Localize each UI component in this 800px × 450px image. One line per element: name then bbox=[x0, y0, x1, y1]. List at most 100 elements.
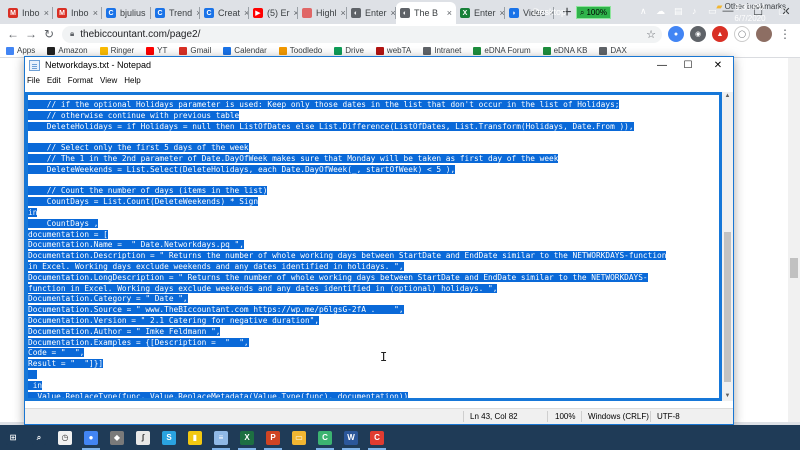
address-bar[interactable]: 🔒︎ thebiccountant.com/page2/ ☆ bbox=[62, 25, 662, 43]
tab-close-icon[interactable]: × bbox=[93, 8, 98, 18]
cloud-icon[interactable]: ☁ bbox=[656, 6, 665, 17]
notification-icon[interactable]: ▢ bbox=[778, 6, 787, 17]
excel-icon: X bbox=[240, 430, 254, 445]
battery-icon[interactable]: ▭ bbox=[708, 6, 717, 17]
browser-tab[interactable]: C Creat × bbox=[200, 2, 249, 24]
bookmark-item[interactable]: YT bbox=[146, 46, 167, 55]
bookmark-favicon-icon bbox=[599, 46, 608, 55]
notepad-close-button[interactable]: ✕ bbox=[705, 58, 731, 72]
bookmark-item[interactable]: Ringer bbox=[99, 46, 134, 55]
notepad-title-bar[interactable]: Networkdays.txt - Notepad bbox=[25, 57, 733, 73]
notepad-text-editor[interactable]: // if the optional Holidays parameter is… bbox=[25, 92, 722, 401]
bookmark-item[interactable]: Intranet bbox=[423, 46, 461, 55]
tray-chevron-icon[interactable]: ∧ bbox=[640, 6, 647, 17]
code-line: // otherwise continue with previous tabl… bbox=[28, 110, 719, 122]
notepad-maximize-button[interactable]: ☐ bbox=[675, 58, 701, 72]
browser-tab[interactable]: X Enter × bbox=[456, 2, 505, 24]
browser-tab[interactable]: ◐ The B × bbox=[396, 2, 456, 24]
tab-close-icon[interactable]: × bbox=[391, 8, 396, 18]
reload-button[interactable]: ↻ bbox=[40, 25, 58, 43]
avatar[interactable] bbox=[756, 26, 772, 42]
code-line: // The 1 in the 2nd parameter of Date.Da… bbox=[28, 153, 719, 165]
zoom-badge[interactable]: ⌕ 100% bbox=[576, 6, 611, 19]
browser-tab[interactable]: M Inbo × bbox=[53, 2, 102, 24]
menu-item-file[interactable]: File bbox=[27, 76, 40, 85]
tab-label: Inbo bbox=[22, 8, 40, 18]
browser-tab[interactable]: Highl × bbox=[298, 2, 347, 24]
bookmark-item[interactable]: webTA bbox=[375, 46, 411, 55]
bookmark-item[interactable]: Amazon bbox=[47, 46, 88, 55]
extension-icon[interactable]: ◉ bbox=[690, 26, 706, 42]
taskbar-clock[interactable]: 9:30 PM 6/7/2020 bbox=[730, 2, 770, 24]
browser-menu-button[interactable]: ⋮ bbox=[776, 25, 794, 43]
bookmark-item[interactable]: eDNA Forum bbox=[473, 46, 531, 55]
back-button[interactable]: ← bbox=[4, 25, 22, 43]
taskbar-app-button[interactable]: P bbox=[260, 425, 286, 450]
page-scrollbar[interactable] bbox=[788, 58, 800, 422]
scroll-up-icon[interactable]: ▲ bbox=[723, 92, 732, 101]
taskbar-app-button[interactable]: C bbox=[364, 425, 390, 450]
bookmark-item[interactable]: Gmail bbox=[179, 46, 211, 55]
taskbar-app-button[interactable]: ⌕ bbox=[26, 425, 52, 450]
extension-icon[interactable]: ◯ bbox=[734, 26, 750, 42]
taskbar-app-button[interactable]: ◆ bbox=[104, 425, 130, 450]
bookmark-star-icon[interactable]: ☆ bbox=[646, 28, 656, 41]
volume-icon[interactable]: ♪ bbox=[692, 6, 697, 16]
network-icon[interactable]: ▤ bbox=[674, 6, 683, 17]
forward-arrow-icon: → bbox=[25, 27, 37, 41]
start-icon: ⊞ bbox=[6, 430, 20, 445]
bookmark-favicon-icon bbox=[542, 46, 551, 55]
code-line: function in Excel. Working days exclude … bbox=[28, 283, 719, 295]
browser-tab[interactable]: C Trend × bbox=[151, 2, 200, 24]
browser-tab[interactable]: ▶ (5) Er × bbox=[249, 2, 298, 24]
taskbar-app-button[interactable]: W bbox=[338, 425, 364, 450]
selected-text: Documentation.Name = " Date.Networkdays.… bbox=[28, 240, 244, 250]
tab-close-icon[interactable]: × bbox=[500, 8, 505, 18]
notepad-minimize-button[interactable]: — bbox=[649, 58, 675, 72]
browser-tab[interactable]: ◐ Enter × bbox=[347, 2, 396, 24]
taskbar-app-button[interactable]: C bbox=[312, 425, 338, 450]
taskbar-app-button[interactable]: X bbox=[234, 425, 260, 450]
notepad-scrollbar[interactable]: ▲ ▼ bbox=[722, 92, 733, 401]
scroll-down-icon[interactable]: ▼ bbox=[723, 392, 732, 401]
tab-close-icon[interactable]: × bbox=[341, 8, 346, 18]
bookmark-item[interactable]: Apps bbox=[6, 46, 35, 55]
back-arrow-icon: ← bbox=[7, 27, 19, 41]
file-explorer-icon: ▭ bbox=[292, 430, 306, 445]
notepad-scrollbar-thumb[interactable] bbox=[724, 232, 731, 382]
page-scrollbar-thumb[interactable] bbox=[790, 258, 798, 278]
extension-icon[interactable]: ▲ bbox=[712, 26, 728, 42]
bookmark-label: Gmail bbox=[190, 46, 212, 55]
tab-label: (5) Er bbox=[267, 8, 290, 18]
menu-item-view[interactable]: View bbox=[100, 76, 117, 85]
menu-item-edit[interactable]: Edit bbox=[47, 76, 61, 85]
selected-text: CountDays = List.Count(DeleteWeekends) *… bbox=[28, 197, 259, 207]
taskbar-app-button[interactable]: ⊞ bbox=[0, 425, 26, 450]
extension-icon[interactable]: ● bbox=[668, 26, 684, 42]
bookmark-label: Apps bbox=[17, 46, 36, 55]
clock-date: 6/7/2020 bbox=[734, 14, 766, 23]
menu-item-format[interactable]: Format bbox=[68, 76, 93, 85]
taskbar-app-button[interactable]: S bbox=[156, 425, 182, 450]
bookmark-item[interactable]: Drive bbox=[334, 46, 364, 55]
browser-tab[interactable]: M Inbo × bbox=[4, 2, 53, 24]
desktop-toolbar-label[interactable]: Desktop bbox=[533, 7, 566, 17]
taskbar-app-button[interactable]: ≡ bbox=[208, 425, 234, 450]
bookmark-item[interactable]: Calendar bbox=[223, 46, 267, 55]
taskbar-app-button[interactable]: ▭ bbox=[286, 425, 312, 450]
tab-close-icon[interactable]: × bbox=[447, 8, 452, 18]
bookmark-label: Drive bbox=[345, 46, 364, 55]
taskbar-app-button[interactable]: ▮ bbox=[182, 425, 208, 450]
taskbar-app-button[interactable]: ● bbox=[78, 425, 104, 450]
forward-button[interactable]: → bbox=[22, 25, 40, 43]
code-line: Documentation.Examples = {[Description =… bbox=[28, 337, 719, 349]
bookmark-item[interactable]: eDNA KB bbox=[542, 46, 587, 55]
taskbar-app-button[interactable]: ʃ bbox=[130, 425, 156, 450]
taskbar-app-button[interactable]: ◷ bbox=[52, 425, 78, 450]
browser-tab[interactable]: Cbjulius× bbox=[102, 2, 151, 24]
tab-close-icon[interactable]: × bbox=[44, 8, 49, 18]
menu-item-help[interactable]: Help bbox=[124, 76, 140, 85]
bookmark-item[interactable]: DAX bbox=[599, 46, 627, 55]
bookmark-item[interactable]: Toodledo bbox=[278, 46, 322, 55]
code-line: Documentation.Description = " Returns th… bbox=[28, 251, 719, 262]
